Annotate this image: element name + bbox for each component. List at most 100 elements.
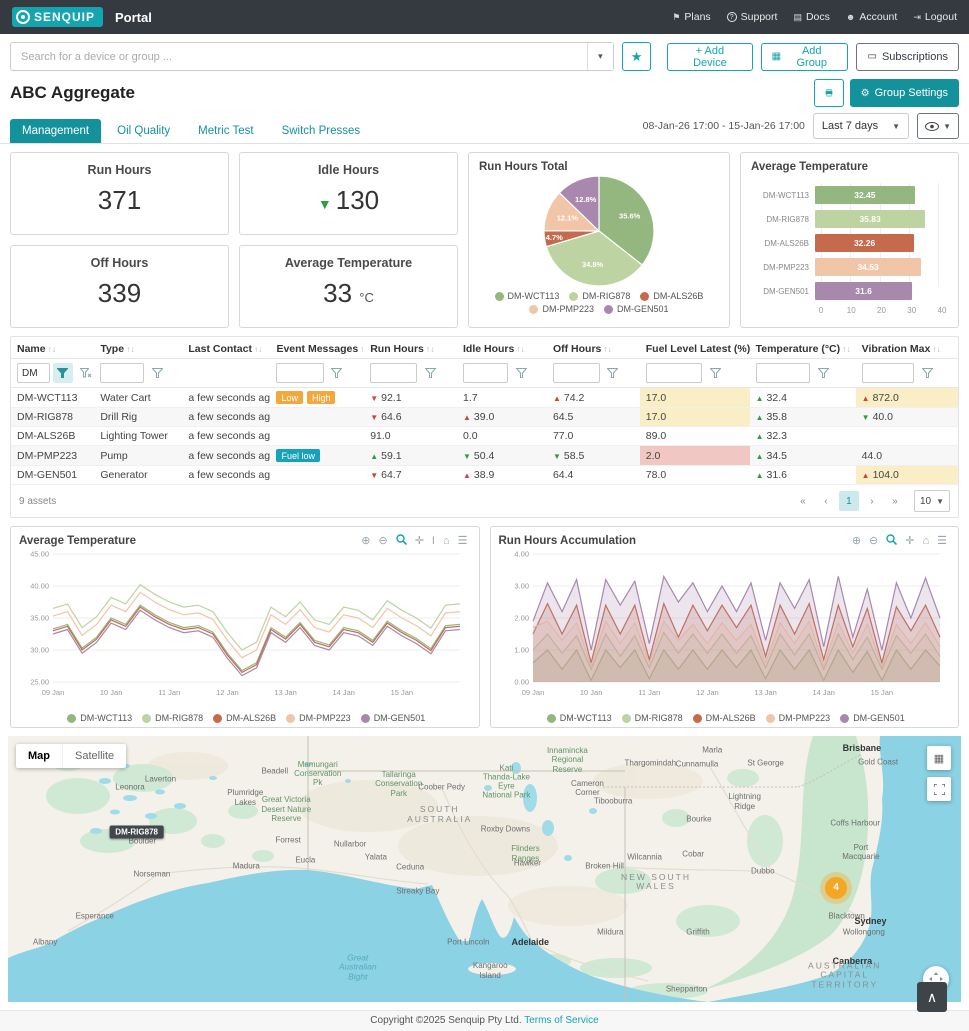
scroll-to-top-button[interactable]: ∧ [917,982,947,1012]
prev-page-button[interactable]: ‹ [816,491,836,511]
map-view-button[interactable]: Map [16,744,62,768]
satellite-view-button[interactable]: Satellite [62,744,126,768]
search-input[interactable] [11,51,587,63]
table-row-DM-ALS26B[interactable]: DM-ALS26BLighting Towera few seconds ago… [11,427,958,446]
area-chart-svg[interactable]: 0.001.002.003.004.0009 Jan10 Jan11 Jan12… [499,548,948,706]
period-select[interactable]: Last 7 days▼ [813,113,909,139]
search-dropdown-caret-icon[interactable]: ▾ [587,43,613,70]
legend-item[interactable]: DM-RIG878 [569,291,630,301]
legend-item[interactable]: DM-WCT113 [547,713,612,723]
menu-icon[interactable]: ☰ [458,536,468,547]
zoom-in-icon[interactable]: ⊕ [361,536,370,547]
filter-input-temp[interactable] [756,363,811,383]
zoom-in-icon[interactable]: ⊕ [852,536,861,547]
filter-funnel-icon[interactable] [603,363,623,383]
clear-filter-icon[interactable] [76,363,95,383]
current-page-button[interactable]: 1 [839,491,859,511]
column-header-fuel[interactable]: Fuel Level Latest (%)↑↓ [640,337,750,359]
sort-icon[interactable]: ↑↓ [360,344,364,354]
tab-switch-presses[interactable]: Switch Presses [270,119,373,143]
column-header-idle[interactable]: Idle Hours↑↓ [457,337,547,359]
filter-funnel-icon[interactable] [917,363,937,383]
device-marker-DM-RIG878[interactable]: DM-RIG878 [109,826,164,839]
sort-icon[interactable]: ↑↓ [254,344,263,354]
filter-funnel-icon[interactable] [327,363,347,383]
column-header-temp[interactable]: Temperature (°C)↑↓ [750,337,856,359]
legend-item[interactable]: DM-PMP223 [286,713,351,723]
nav-docs[interactable]: ▤Docs [793,11,829,23]
sort-icon[interactable]: ↑↓ [516,344,525,354]
tab-management[interactable]: Management [10,119,101,143]
device-cluster-marker[interactable]: 4 [825,877,847,899]
filter-input-run[interactable] [370,363,417,383]
favorites-button[interactable]: ★ [622,42,651,71]
legend-item[interactable]: DM-PMP223 [529,304,594,314]
home-reset-icon[interactable]: ⌂ [922,536,929,547]
widget-visibility-button[interactable]: ▼ [917,113,959,139]
filter-input-fuel[interactable] [646,363,703,383]
menu-icon[interactable]: ☰ [937,536,947,547]
select-icon[interactable]: I [432,536,435,547]
column-header-type[interactable]: Type↑↓ [94,337,182,359]
sort-icon[interactable]: ↑↓ [842,344,851,354]
filter-input-events[interactable] [276,363,323,383]
filter-funnel-icon[interactable] [420,363,440,383]
nav-logout[interactable]: ⇥Logout [913,11,957,23]
bar[interactable]: 31.6 [815,282,912,300]
zoom-out-icon[interactable]: ⊖ [869,536,878,547]
print-button[interactable] [814,79,844,107]
nav-account[interactable]: ☻Account [846,11,897,23]
zoom-select-icon[interactable] [396,534,407,548]
table-row-DM-GEN501[interactable]: DM-GEN501Generatora few seconds ago▼64.7… [11,466,958,485]
sort-icon[interactable]: ↑↓ [603,344,612,354]
legend-item[interactable]: DM-PMP223 [766,713,831,723]
group-settings-button[interactable]: ⚙Group Settings [850,79,959,107]
add-device-button[interactable]: + Add Device [667,43,752,71]
column-header-off[interactable]: Off Hours↑↓ [547,337,640,359]
legend-item[interactable]: DM-WCT113 [67,713,132,723]
map-fullscreen-button[interactable] [927,777,951,801]
add-group-button[interactable]: ▦Add Group [761,43,849,71]
legend-item[interactable]: DM-GEN501 [361,713,426,723]
line-chart-svg[interactable]: 25.0030.0035.0040.0045.0009 Jan10 Jan11 … [19,548,468,706]
filter-input-type[interactable] [100,363,144,383]
tab-oil-quality[interactable]: Oil Quality [105,119,182,143]
filter-funnel-icon[interactable] [53,363,73,383]
column-header-name[interactable]: Name↑↓ [11,337,94,359]
table-row-DM-WCT113[interactable]: DM-WCT113Water Carta few seconds agoLowH… [11,388,958,408]
pan-icon[interactable]: ✛ [905,536,914,547]
terms-of-service-link[interactable]: Terms of Service [524,1015,598,1026]
pan-icon[interactable]: ✛ [415,536,424,547]
home-reset-icon[interactable]: ⌂ [443,536,450,547]
filter-input-off[interactable] [553,363,600,383]
legend-item[interactable]: DM-RIG878 [142,713,203,723]
map[interactable]: LavertonLeonoraBeadellMamungari Conserva… [8,736,961,1002]
next-page-button[interactable]: › [862,491,882,511]
sort-icon[interactable]: ↑↓ [932,344,941,354]
legend-item[interactable]: DM-WCT113 [495,291,560,301]
sort-icon[interactable]: ↑↓ [48,344,57,354]
tab-metric-test[interactable]: Metric Test [186,119,265,143]
legend-item[interactable]: DM-GEN501 [840,713,905,723]
legend-item[interactable]: DM-ALS26B [213,713,276,723]
sort-icon[interactable]: ↑↓ [426,344,435,354]
filter-funnel-icon[interactable] [705,363,725,383]
bar[interactable]: 35.83 [815,210,925,228]
nav-plans[interactable]: ⚑Plans [672,11,710,23]
page-size-select[interactable]: 10▼ [914,490,950,512]
filter-input-vib[interactable] [862,363,914,383]
zoom-select-icon[interactable] [886,534,897,548]
bar[interactable]: 32.26 [815,234,914,252]
filter-funnel-icon[interactable] [147,363,167,383]
column-header-vib[interactable]: Vibration Max↑↓ [856,337,958,359]
sort-icon[interactable]: ↑↓ [126,344,135,354]
column-header-events[interactable]: Event Messages↑↓ [270,337,364,359]
legend-item[interactable]: DM-RIG878 [622,713,683,723]
legend-item[interactable]: DM-ALS26B [693,713,756,723]
subscriptions-button[interactable]: ▭Subscriptions [856,43,959,71]
column-header-run[interactable]: Run Hours↑↓ [364,337,457,359]
map-tilt-button[interactable]: ▦ [927,746,951,770]
nav-support[interactable]: ?Support [727,11,778,23]
filter-funnel-icon[interactable] [813,363,833,383]
filter-input-name[interactable] [17,363,50,383]
